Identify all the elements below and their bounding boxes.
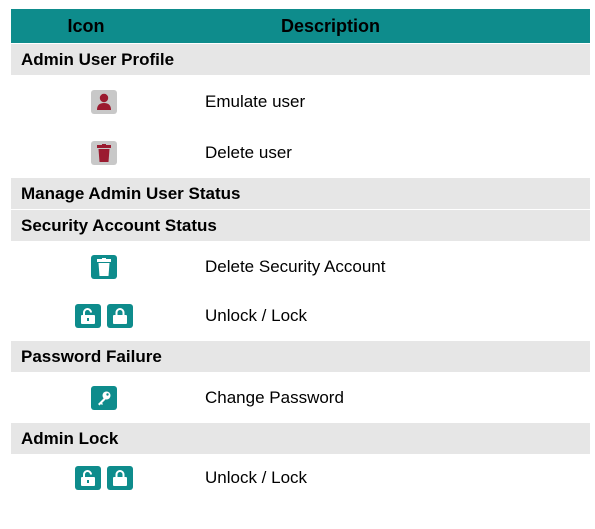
lock-icon[interactable] xyxy=(107,466,133,490)
trash-icon[interactable] xyxy=(91,140,117,165)
icon-cell xyxy=(11,385,197,410)
table-row-emulate-user: Emulate user xyxy=(11,75,590,127)
row-description: Unlock / Lock xyxy=(205,468,308,487)
section-password-failure: Password Failure xyxy=(11,340,590,372)
table-row-delete-user: Delete user xyxy=(11,127,590,177)
row-description: Unlock / Lock xyxy=(205,306,308,325)
table-row-change-password: Change Password xyxy=(11,372,590,422)
icon-legend-table: Icon Description Admin User Profile Emul… xyxy=(11,9,590,501)
table-header: Icon Description xyxy=(11,9,590,43)
user-icon[interactable] xyxy=(91,89,117,114)
icon-cell xyxy=(11,140,197,165)
icon-cell xyxy=(11,466,197,490)
section-security-account-status: Security Account Status xyxy=(11,209,590,241)
table-row-unlock-lock: Unlock / Lock xyxy=(11,454,590,501)
icon-cell xyxy=(11,304,197,328)
unlock-icon[interactable] xyxy=(75,304,101,328)
row-description: Delete Security Account xyxy=(205,256,386,276)
icon-cell xyxy=(11,89,197,114)
trash-icon[interactable] xyxy=(91,254,117,279)
section-admin-user-profile: Admin User Profile xyxy=(11,43,590,75)
table-row-delete-security-account: Delete Security Account xyxy=(11,241,590,291)
icon-cell xyxy=(11,254,197,279)
key-icon[interactable] xyxy=(91,385,117,410)
section-manage-admin-user-status: Manage Admin User Status xyxy=(11,177,590,209)
row-description: Emulate user xyxy=(205,91,306,111)
lock-icon[interactable] xyxy=(107,304,133,328)
icon-column-header: Icon xyxy=(67,15,105,36)
table-row-unlock-lock: Unlock / Lock xyxy=(11,291,590,340)
section-admin-lock: Admin Lock xyxy=(11,422,590,454)
description-column-header: Description xyxy=(281,15,381,36)
row-description: Change Password xyxy=(205,387,344,407)
unlock-icon[interactable] xyxy=(75,466,101,490)
row-description: Delete user xyxy=(205,142,292,162)
